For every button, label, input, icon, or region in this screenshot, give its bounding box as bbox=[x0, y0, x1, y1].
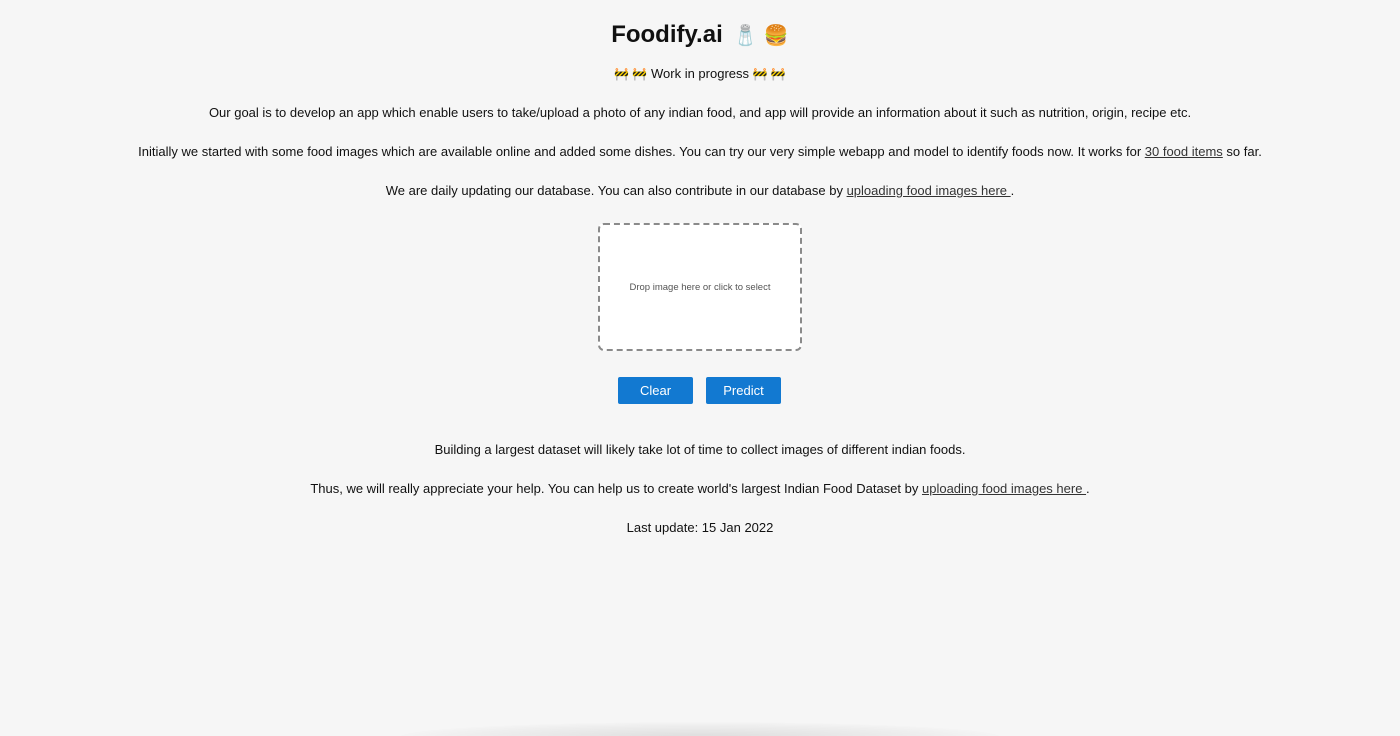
page-title: Foodify.ai 🧂 🍔 bbox=[0, 18, 1400, 53]
image-dropzone[interactable]: Drop image here or click to select bbox=[598, 223, 802, 351]
help-text-end: . bbox=[1086, 481, 1090, 496]
page: Foodify.ai 🧂 🍔 🚧 🚧 Work in progress 🚧 🚧 … bbox=[0, 0, 1400, 736]
construction-icon: 🚧 🚧 bbox=[752, 67, 786, 81]
update-paragraph: We are daily updating our database. You … bbox=[0, 181, 1400, 201]
dataset-paragraph: Building a largest dataset will likely t… bbox=[434, 442, 966, 457]
goal-paragraph: Our goal is to develop an app which enab… bbox=[208, 105, 1192, 120]
upload-images-link[interactable]: uploading food images here bbox=[847, 183, 1011, 198]
help-paragraph: Thus, we will really appreciate your hel… bbox=[0, 479, 1400, 499]
bottom-shadow bbox=[400, 722, 1000, 736]
initial-paragraph: Initially we started with some food imag… bbox=[0, 142, 1400, 162]
salt-burger-emoji-icon: 🧂 🍔 bbox=[733, 25, 789, 47]
last-update: Last update: 15 Jan 2022 bbox=[626, 520, 774, 535]
initial-text: Initially we started with some food imag… bbox=[138, 144, 1145, 159]
construction-icon: 🚧 🚧 bbox=[614, 67, 648, 81]
update-text-end: . bbox=[1010, 183, 1015, 198]
predict-button[interactable]: Predict bbox=[706, 377, 781, 404]
initial-text-end: so far. bbox=[1222, 144, 1262, 159]
upload-images-footer-link[interactable]: uploading food images here bbox=[922, 481, 1086, 496]
food-items-link[interactable]: 30 food items bbox=[1145, 144, 1223, 159]
status-banner: 🚧 🚧 Work in progress 🚧 🚧 bbox=[0, 64, 1400, 84]
dropzone-label: Drop image here or click to select bbox=[629, 281, 771, 293]
clear-button[interactable]: Clear bbox=[618, 377, 693, 404]
update-text: We are daily updating our database. You … bbox=[385, 183, 847, 198]
help-text: Thus, we will really appreciate your hel… bbox=[310, 481, 922, 496]
status-text: Work in progress bbox=[650, 66, 749, 81]
app-title: Foodify.ai bbox=[611, 21, 723, 48]
